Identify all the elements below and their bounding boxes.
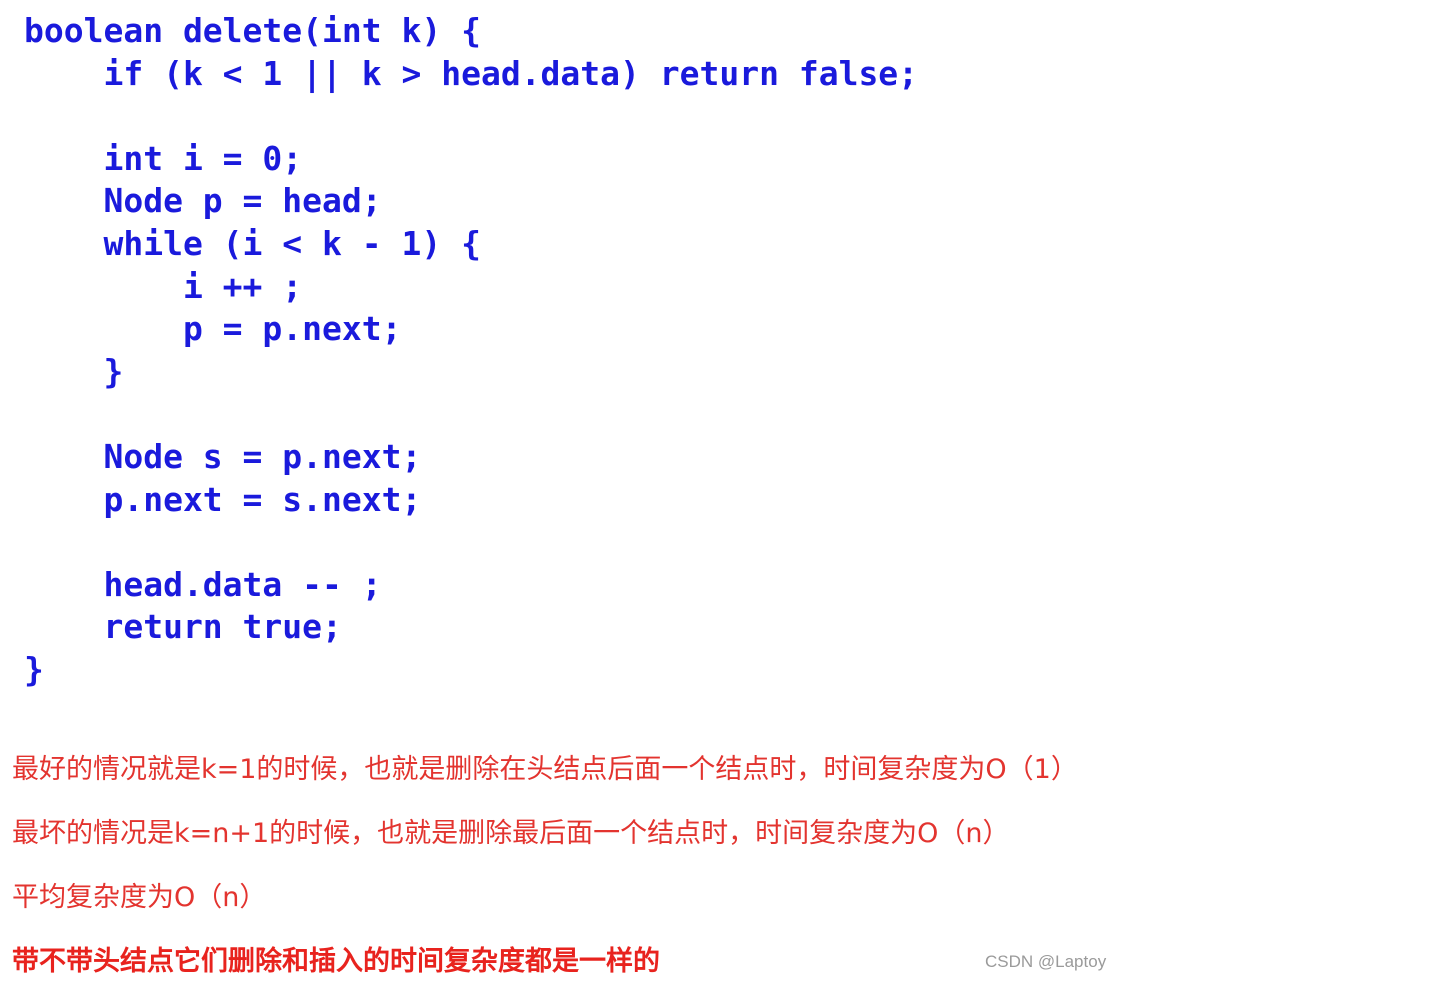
best-case-note: 最好的情况就是k=1的时候，也就是删除在头结点后面一个结点时，时间复杂度为O（1… xyxy=(12,754,1078,785)
code-line: while (i < k - 1) { xyxy=(24,223,481,263)
code-line: return true; xyxy=(24,607,342,647)
worst-case-note: 最坏的情况是k=n+1的时候，也就是删除最后面一个结点时，时间复杂度为O（n） xyxy=(12,818,1010,849)
conclusion-note: 带不带头结点它们删除和插入的时间复杂度都是一样的 xyxy=(12,946,660,977)
code-line: Node s = p.next; xyxy=(24,436,422,476)
csdn-watermark: CSDN @Laptoy xyxy=(985,952,1107,971)
code-line: p.next = s.next; xyxy=(24,479,422,519)
code-block: boolean delete(int k) { if (k < 1 || k >… xyxy=(24,10,918,692)
code-line: Node p = head; xyxy=(24,181,382,221)
code-line: } xyxy=(24,351,124,391)
code-line: if (k < 1 || k > head.data) return false… xyxy=(24,53,919,93)
average-case-note: 平均复杂度为O（n） xyxy=(12,882,267,913)
code-line: head.data -- ; xyxy=(24,564,382,604)
code-line: p = p.next; xyxy=(24,309,402,349)
code-line: int i = 0; xyxy=(24,138,303,178)
complexity-notes: 最好的情况就是k=1的时候，也就是删除在头结点后面一个结点时，时间复杂度为O（1… xyxy=(12,748,1078,1004)
code-line: boolean delete(int k) { xyxy=(24,11,481,50)
code-line: i ++ ; xyxy=(24,266,303,306)
code-line: } xyxy=(24,649,44,689)
